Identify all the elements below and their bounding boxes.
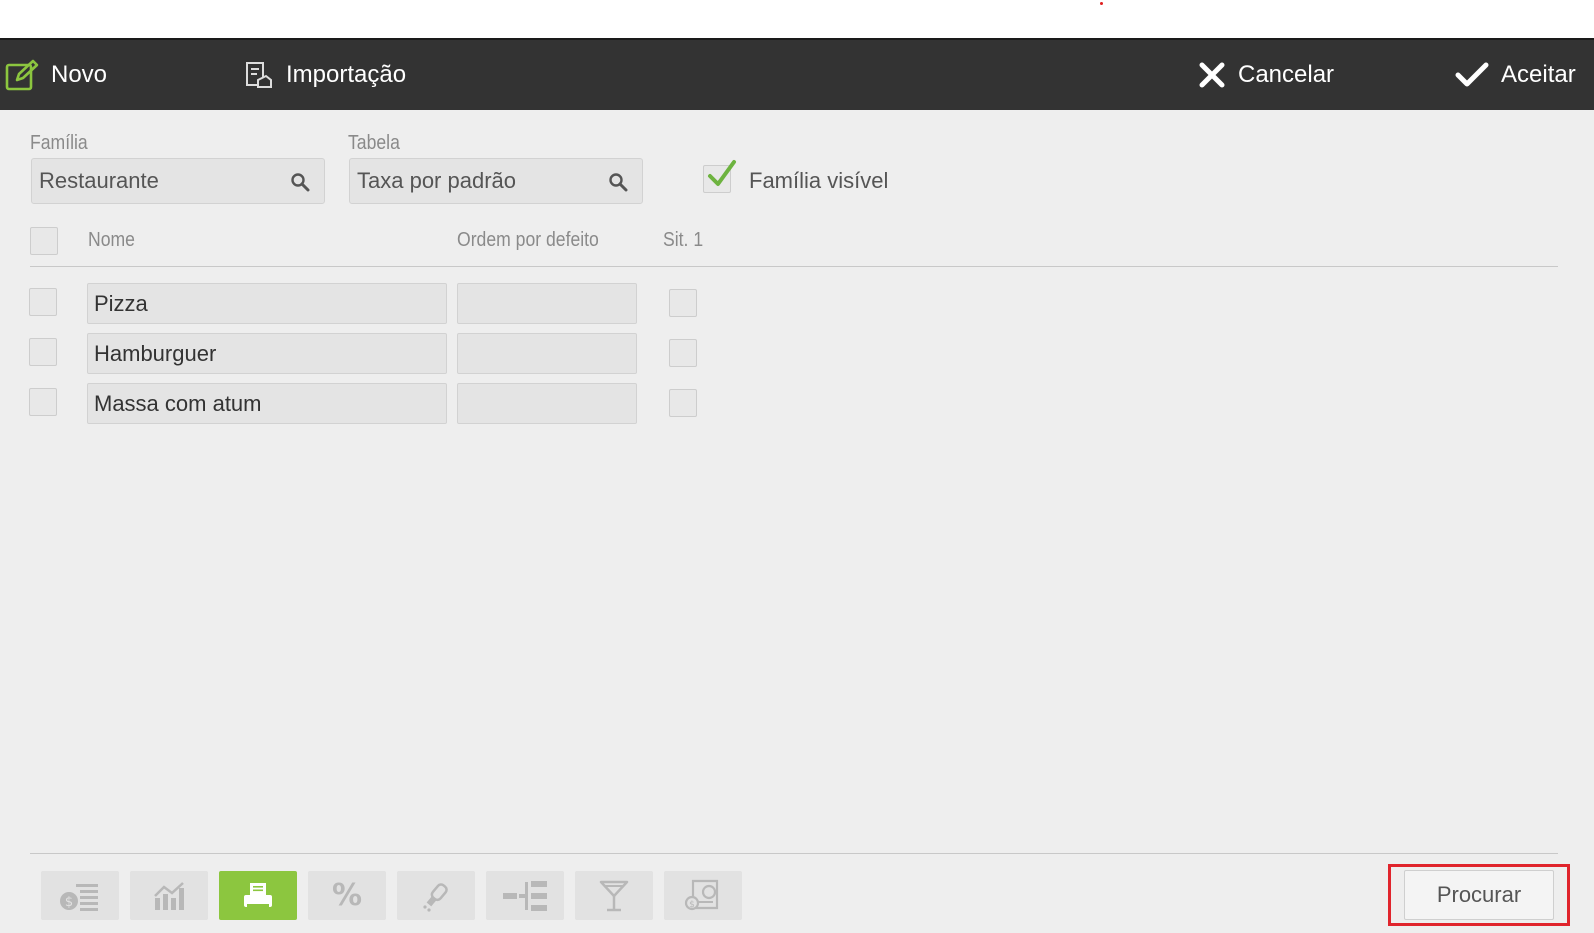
tab-discounts[interactable]: % xyxy=(308,871,386,920)
chart-icon xyxy=(154,881,184,910)
row-select-checkbox[interactable] xyxy=(29,288,57,316)
footer-divider xyxy=(30,853,1558,854)
select-all-checkbox[interactable] xyxy=(30,227,58,255)
family-lookup-field[interactable]: Restaurante xyxy=(31,158,325,204)
percent-icon: % xyxy=(331,878,363,913)
row-select-checkbox[interactable] xyxy=(29,338,57,366)
top-strip xyxy=(0,0,1594,38)
tab-statistics[interactable] xyxy=(130,871,208,920)
search-icon[interactable] xyxy=(608,172,628,198)
red-marker-dot xyxy=(1100,2,1103,5)
column-header-default-order: Ordem por defeito xyxy=(457,229,599,251)
check-icon xyxy=(1455,61,1489,89)
family-lookup-value: Restaurante xyxy=(39,168,159,193)
row-sit1-checkbox[interactable] xyxy=(669,339,697,367)
cancel-button-label: Cancelar xyxy=(1238,61,1335,88)
search-button[interactable]: Procurar xyxy=(1404,870,1554,920)
new-button[interactable]: Novo xyxy=(5,40,107,110)
cancel-button[interactable]: Cancelar xyxy=(1198,40,1334,110)
row-name-input[interactable]: Massa com atum xyxy=(87,383,447,424)
tab-drinks[interactable] xyxy=(575,871,653,920)
row-sit1-checkbox[interactable] xyxy=(669,389,697,417)
hierarchy-icon xyxy=(503,880,547,911)
row-sit1-checkbox[interactable] xyxy=(669,289,697,317)
import-button-label: Importação xyxy=(286,61,407,88)
receipt-settings-icon: $ xyxy=(684,879,719,910)
table-lookup-value: Taxa por padrão xyxy=(357,168,516,193)
accept-button-label: Aceitar xyxy=(1501,61,1576,88)
search-icon[interactable] xyxy=(290,172,310,198)
tab-receipt-settings[interactable]: $ xyxy=(664,871,742,920)
tab-price-list[interactable]: $ xyxy=(41,871,119,920)
main-toolbar: Novo Importação Cancelar Aceitar xyxy=(0,38,1594,110)
row-select-checkbox[interactable] xyxy=(29,388,57,416)
row-order-input[interactable] xyxy=(457,383,637,424)
row-order-input[interactable] xyxy=(457,333,637,374)
svg-text:$: $ xyxy=(65,895,73,910)
tab-seasoning[interactable] xyxy=(397,871,475,920)
family-visible-label: Família visível xyxy=(749,168,889,193)
checkmark-icon xyxy=(708,160,736,186)
table-lookup-field[interactable]: Taxa por padrão xyxy=(349,158,643,204)
family-visible-checkbox[interactable] xyxy=(703,160,736,193)
tab-hierarchy[interactable] xyxy=(486,871,564,920)
new-button-label: Novo xyxy=(51,61,108,88)
main-panel xyxy=(0,110,1594,933)
price-list-icon: $ xyxy=(60,883,98,911)
close-icon xyxy=(1198,61,1226,89)
table-label: Tabela xyxy=(348,132,400,154)
seasoning-icon xyxy=(423,882,448,912)
edit-icon xyxy=(5,59,39,91)
import-icon xyxy=(244,60,274,90)
cocktail-icon xyxy=(599,880,629,911)
row-name-input[interactable]: Pizza xyxy=(87,283,447,324)
tab-printing[interactable] xyxy=(219,871,297,920)
family-label: Família xyxy=(30,132,88,154)
import-button[interactable]: Importação xyxy=(244,40,406,110)
row-order-input[interactable] xyxy=(457,283,637,324)
printer-icon xyxy=(244,882,272,909)
column-header-sit1: Sit. 1 xyxy=(663,229,704,251)
column-header-name: Nome xyxy=(88,229,135,251)
accept-button[interactable]: Aceitar xyxy=(1455,40,1576,110)
header-divider xyxy=(30,266,1558,267)
svg-text:$: $ xyxy=(689,900,695,910)
row-name-input[interactable]: Hamburguer xyxy=(87,333,447,374)
